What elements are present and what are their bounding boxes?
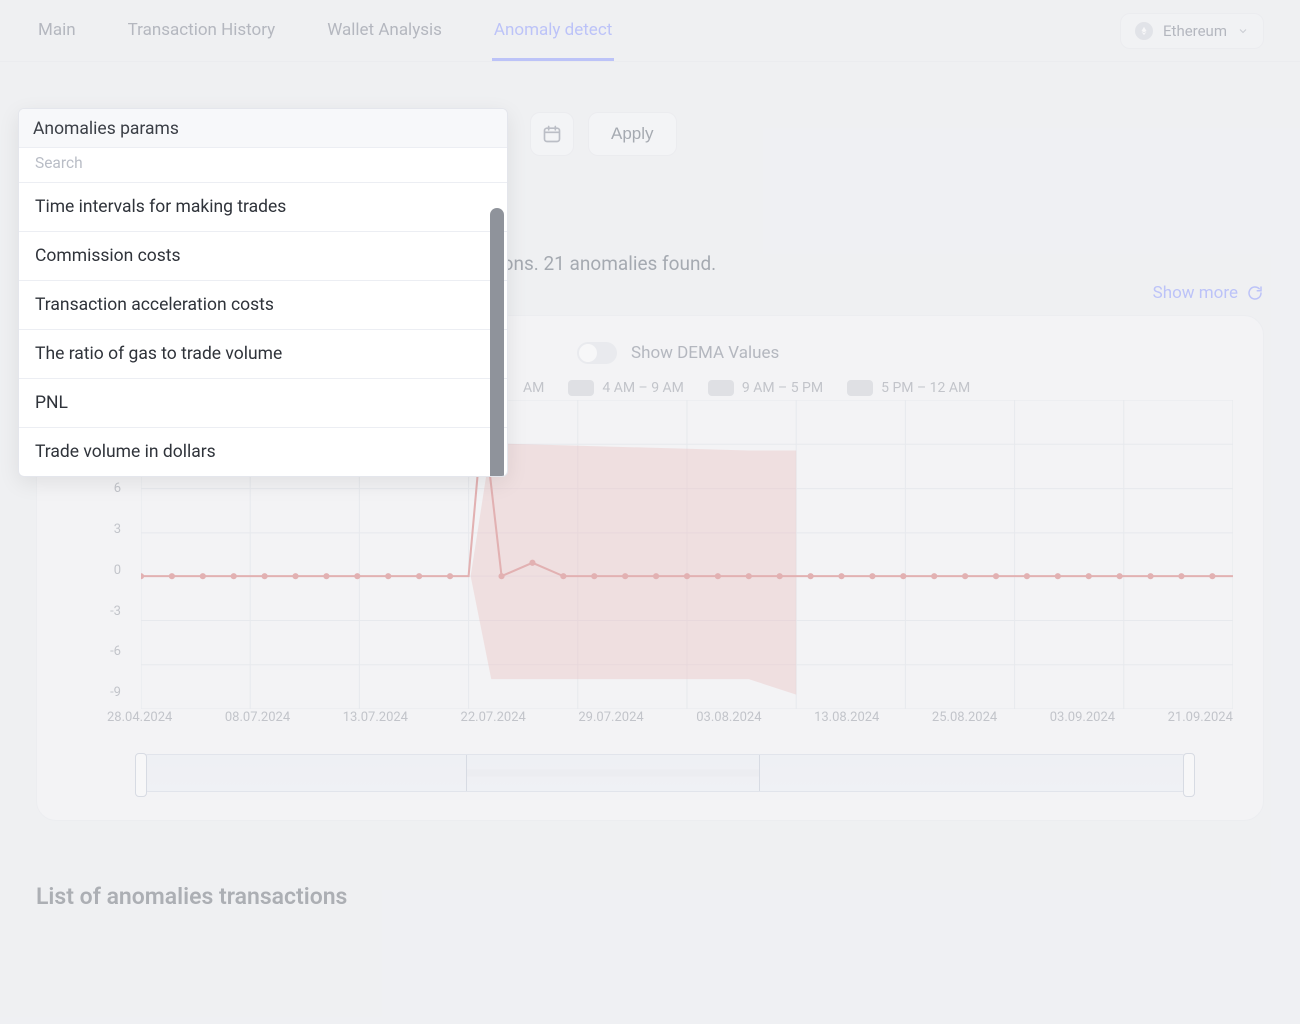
apply-button[interactable]: Apply [588,112,677,156]
anomalies-params-popover: Anomalies params Search Time intervals f… [18,108,508,477]
scrubber-mini-shape [466,755,760,791]
show-dema-toggle[interactable] [577,342,617,364]
popover-option[interactable]: PNL [19,378,507,427]
tab-anomaly-detect[interactable]: Anomaly detect [492,0,614,61]
x-axis-ticks: 28.04.2024 08.07.2024 13.07.2024 22.07.2… [107,710,1233,740]
popover-title: Anomalies params [19,109,507,148]
ethereum-icon [1135,22,1153,40]
popover-option[interactable]: Trade volume in dollars [19,427,507,476]
tab-wallet-analysis[interactable]: Wallet Analysis [325,0,444,61]
timeline-scrubber[interactable] [139,754,1191,792]
chain-label: Ethereum [1163,22,1227,40]
refresh-icon [1246,284,1264,302]
anomalies-list-heading: List of anomalies transactions [0,821,1300,910]
tabs: Main Transaction History Wallet Analysis… [36,0,614,61]
popover-search-input[interactable]: Search [19,148,507,182]
popover-option[interactable]: Time intervals for making trades [19,182,507,231]
chevron-down-icon [1237,25,1249,37]
date-picker-button[interactable] [530,112,574,156]
tab-main[interactable]: Main [36,0,78,61]
popover-option[interactable]: Transaction acceleration costs [19,280,507,329]
calendar-icon [542,124,562,144]
show-dema-label: Show DEMA Values [631,343,779,363]
legend-item[interactable]: AM [523,380,544,396]
popover-scrollbar[interactable] [490,208,504,476]
chain-selector[interactable]: Ethereum [1120,13,1264,49]
tab-transaction-history[interactable]: Transaction History [126,0,278,61]
popover-option[interactable]: The ratio of gas to trade volume [19,329,507,378]
legend-item[interactable]: 9 AM – 5 PM [708,380,823,396]
show-more-label: Show more [1153,283,1238,303]
legend-item[interactable]: 5 PM – 12 AM [847,380,970,396]
top-bar: Main Transaction History Wallet Analysis… [0,0,1300,62]
popover-option[interactable]: Commission costs [19,231,507,280]
legend-item[interactable]: 4 AM – 9 AM [568,380,684,396]
popover-option-list[interactable]: Time intervals for making trades Commiss… [19,182,507,476]
show-more-button[interactable]: Show more [1153,283,1264,303]
